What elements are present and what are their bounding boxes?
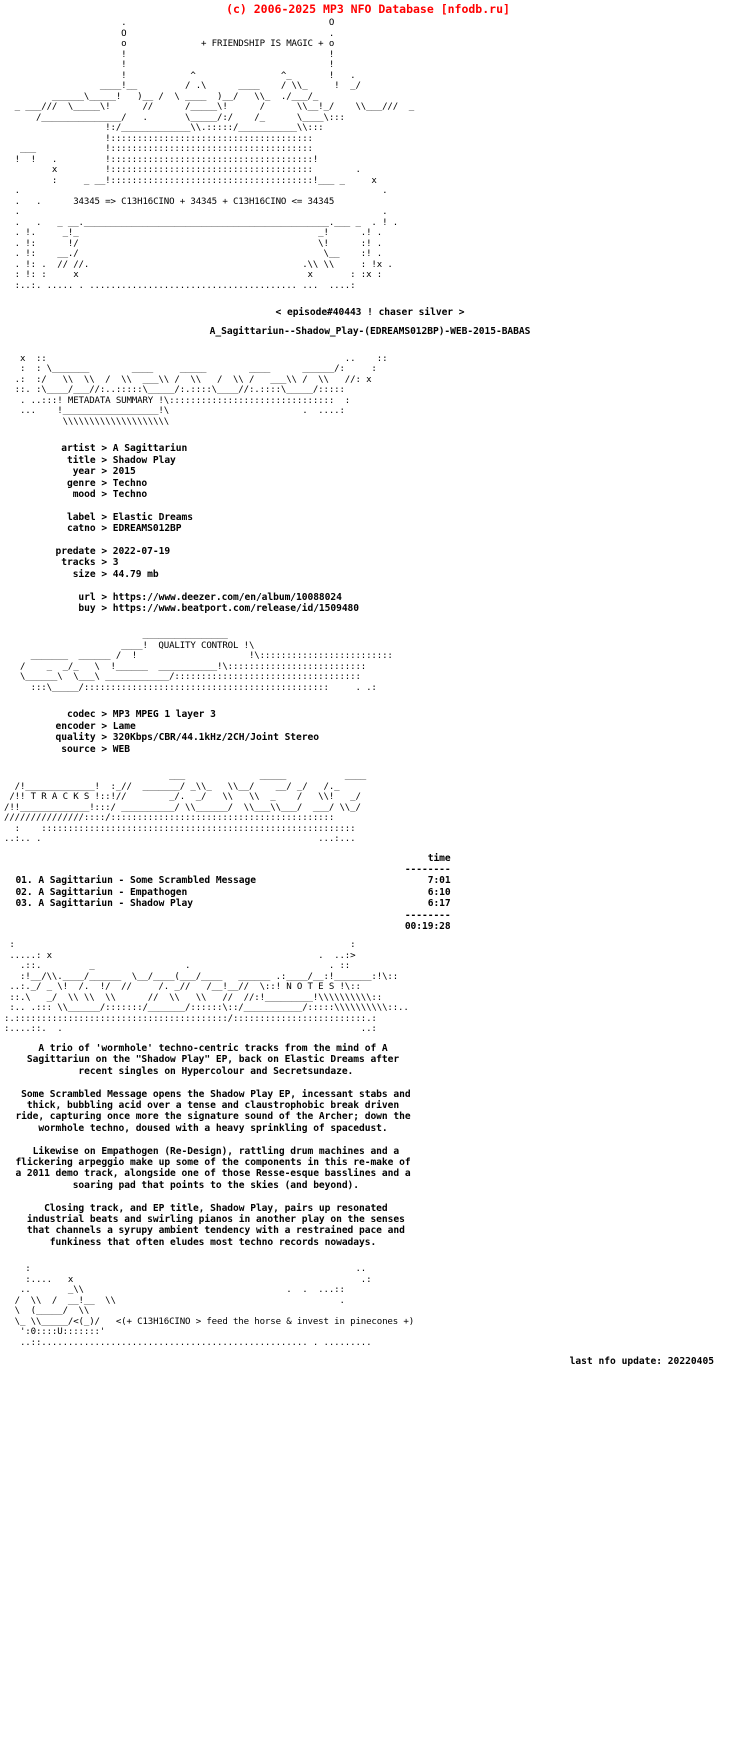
notes-body: A trio of 'wormhole' techno-centric trac…	[15, 1042, 411, 1248]
last-nfo-update: last nfo update: 20220405	[569, 1356, 714, 1368]
tracks-header-ascii-art: ___ _____ ____ /!_____________! :_// ___…	[4, 771, 367, 845]
episode-line: < episode#40443 ! chaser silver >	[275, 307, 465, 318]
nfodb-copyright-banner: (c) 2006-2025 MP3 NFO Database [nfodb.ru…	[226, 2, 510, 16]
tracklist: time -------- 01. A Sagittariun - Some S…	[15, 852, 451, 932]
notes-header-ascii-art: : : .....: x . ..:> .::. _ . . :::!__/\…	[4, 940, 409, 1035]
metadata-fields: artist > A Sagittariun title > Shadow Pl…	[55, 443, 360, 614]
metadata-header-ascii-art: x :: .. :: : : \_______ ____ _____ ____ …	[14, 353, 388, 427]
header-ascii-art: . O O . o + FRIENDSHIP IS MAGIC + o ! ! …	[14, 18, 415, 186]
release-name: A_Sagittariun--Shadow_Play-(EDREAMS012BP…	[209, 326, 531, 338]
nfo-document: (c) 2006-2025 MP3 NFO Database [nfodb.ru…	[0, 0, 736, 1384]
quality-fields: codec > MP3 MPEG 1 layer 3 encoder > Lam…	[55, 709, 319, 755]
quality-header-ascii-art: ________________ ____! QUALITY CONTROL !…	[19, 630, 393, 693]
formula-ascii-art: . . . . 34345 => C13H16CINO + 34345 + C1…	[14, 186, 399, 291]
footer-ascii-art: : .. :.... x .: .. _\\ . . ...:: / \\ / …	[14, 1264, 415, 1348]
